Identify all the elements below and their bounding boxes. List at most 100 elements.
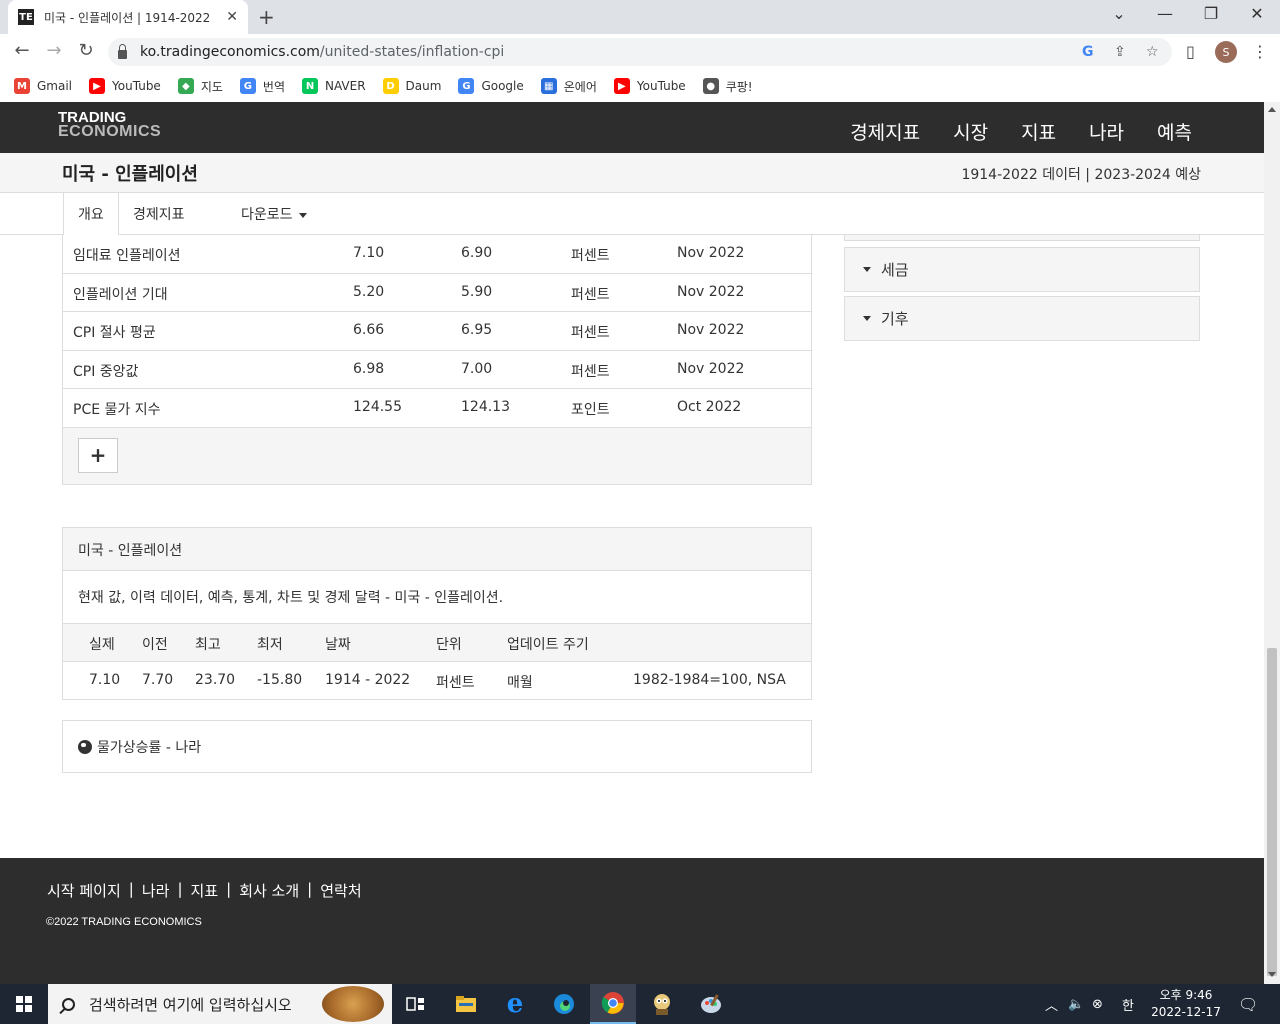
value-unit: 퍼센트 (436, 675, 475, 691)
google-translate-icon[interactable]: G (1082, 44, 1094, 60)
search-placeholder: 검색하려면 여기에 입력하십시오 (89, 995, 292, 1014)
bookmark-label: Daum (405, 79, 442, 93)
cell-previous: 124.13 (461, 399, 510, 415)
countries-link[interactable]: 물가상승률 - 나라 (62, 720, 812, 773)
value-previous: 7.70 (142, 672, 174, 688)
bookmark-item[interactable]: N NAVER (302, 78, 366, 94)
browser-tab[interactable]: TE 미국 - 인플레이션 | 1914-2022 데이터 ✕ (8, 0, 248, 34)
edge-icon[interactable] (541, 984, 587, 1024)
google-icon: G (458, 78, 475, 94)
chrome-icon[interactable] (590, 984, 636, 1024)
header-actual: 실제 (89, 637, 115, 653)
restore-icon[interactable]: ❐ (1196, 4, 1226, 23)
cell-unit: 퍼센트 (571, 286, 610, 303)
sidebar-item-climate[interactable]: 기후 (844, 296, 1200, 341)
daum-icon: D (382, 78, 399, 94)
address-bar[interactable]: ko.tradingeconomics.com/united-states/in… (108, 38, 1172, 66)
sidebar-item-label: 세금 (881, 261, 909, 279)
scroll-up-icon[interactable] (1268, 107, 1276, 112)
tab-indicators-label: 경제지표 (133, 207, 185, 223)
task-view-icon[interactable] (393, 984, 439, 1024)
bookmark-item[interactable]: M Gmail (14, 78, 72, 94)
tab-download[interactable]: 다운로드 (241, 193, 307, 235)
cell-last: 6.66 (353, 322, 385, 338)
browser-toolbar: ← → ↻ ko.tradingeconomics.com/united-sta… (0, 34, 1280, 70)
sidebar-item-taxes[interactable]: 세금 (844, 247, 1200, 292)
footer-link-home[interactable]: 시작 페이지 (47, 880, 121, 901)
table-footer: + (63, 427, 811, 484)
bookmark-item[interactable]: ◆ 지도 (177, 78, 223, 95)
profile-avatar[interactable]: S (1215, 41, 1237, 63)
cell-name[interactable]: 임대료 인플레이션 (73, 245, 181, 265)
bookmark-item[interactable]: ▶ YouTube (89, 78, 161, 94)
ime-indicator[interactable]: 한 (1122, 984, 1134, 1024)
cell-unit: 퍼센트 (571, 248, 610, 264)
bookmark-item[interactable]: G 번역 (239, 78, 285, 95)
side-panel-icon[interactable]: ▯ (1186, 42, 1195, 61)
footer-link-contact[interactable]: 연락처 (320, 880, 361, 901)
value-highest: 23.70 (195, 672, 236, 688)
bookmark-item[interactable]: ▶ YouTube (613, 78, 686, 94)
footer-separator: | (307, 880, 313, 898)
tab-indicators[interactable]: 경제지표 (133, 193, 185, 235)
tab-overview[interactable]: 개요 (63, 193, 119, 235)
start-button[interactable] (0, 984, 48, 1024)
internet-explorer-icon[interactable]: e (492, 984, 538, 1024)
bookmark-item[interactable]: D Daum (382, 78, 442, 94)
bookmark-label: NAVER (325, 79, 366, 93)
bookmark-label: 온에어 (563, 79, 597, 94)
taskbar-clock[interactable]: 오후 9:46 2022-12-17 (1148, 987, 1224, 1021)
forward-arrow-icon[interactable]: → (42, 40, 66, 61)
footer-link-indicators[interactable]: 지표 (191, 880, 219, 901)
cell-name[interactable]: PCE 물가 지수 (73, 399, 160, 419)
taskbar-search[interactable]: 검색하려면 여기에 입력하십시오 (48, 984, 392, 1024)
tab-search-chevron-icon[interactable]: ⌄ (1104, 4, 1134, 23)
share-icon[interactable]: ⇪ (1114, 44, 1126, 60)
nav-forecasts[interactable]: 예측 (1157, 118, 1192, 145)
scrollbar-thumb[interactable] (1267, 648, 1277, 976)
cell-unit: 퍼센트 (571, 363, 610, 380)
scroll-down-icon[interactable] (1268, 972, 1276, 977)
header-highest: 최고 (195, 637, 221, 653)
nav-indicators[interactable]: 지표 (1021, 118, 1056, 145)
mascot-app-icon[interactable] (639, 984, 685, 1024)
close-window-icon[interactable]: ✕ (1242, 4, 1272, 23)
bookmark-item[interactable]: G Google (458, 78, 524, 94)
page-scrollbar[interactable] (1264, 102, 1280, 984)
minimize-icon[interactable]: — (1150, 4, 1180, 23)
cell-name[interactable]: CPI 절사 평균 (73, 322, 156, 342)
bookmark-star-icon[interactable]: ☆ (1146, 44, 1159, 60)
expand-table-button[interactable]: + (78, 437, 118, 473)
back-arrow-icon[interactable]: ← (10, 40, 34, 61)
nav-markets[interactable]: 시장 (953, 118, 988, 145)
footer-link-about[interactable]: 회사 소개 (239, 880, 299, 901)
nav-countries[interactable]: 나라 (1089, 118, 1124, 145)
reload-icon[interactable]: ↻ (74, 40, 98, 61)
footer-link-countries[interactable]: 나라 (142, 880, 170, 901)
file-explorer-icon[interactable] (443, 984, 489, 1024)
caret-down-icon (863, 316, 871, 321)
table-row: 임대료 인플레이션 7.10 6.90 퍼센트 Nov 2022 (63, 235, 811, 274)
footer-separator: | (226, 880, 232, 898)
new-tab-icon[interactable]: + (258, 5, 275, 29)
paint-app-icon[interactable] (688, 984, 734, 1024)
cell-last: 124.55 (353, 399, 402, 415)
trading-economics-logo[interactable]: TRADING ECONOMICS (58, 110, 161, 140)
sidebar-item-label: 기후 (881, 310, 909, 328)
bookmark-item[interactable]: ▦ 온에어 (540, 78, 597, 95)
network-disconnected-icon[interactable]: ⊗ (1092, 984, 1103, 1024)
cell-last: 5.20 (353, 283, 385, 300)
cell-name[interactable]: 인플레이션 기대 (73, 284, 168, 304)
footer-separator: | (128, 880, 134, 898)
cell-name[interactable]: CPI 중앙값 (73, 361, 138, 381)
tray-chevron-up-icon[interactable]: ︿ (1045, 984, 1058, 1024)
nav-economic-indicators[interactable]: 경제지표 (850, 118, 920, 145)
bookmark-item[interactable]: ● 쿠팡! (702, 78, 753, 95)
volume-icon[interactable]: 🔈 (1068, 984, 1084, 1024)
chrome-menu-icon[interactable]: ⋮ (1252, 42, 1268, 61)
page-viewport: TRADING ECONOMICS 경제지표 시장 지표 나라 예측 미국 - … (0, 102, 1264, 984)
header-unit: 단위 (436, 637, 462, 653)
tab-close-icon[interactable]: ✕ (226, 9, 238, 25)
notification-center-icon[interactable]: 🗨 (1238, 984, 1258, 1024)
maps-icon: ◆ (177, 78, 194, 94)
